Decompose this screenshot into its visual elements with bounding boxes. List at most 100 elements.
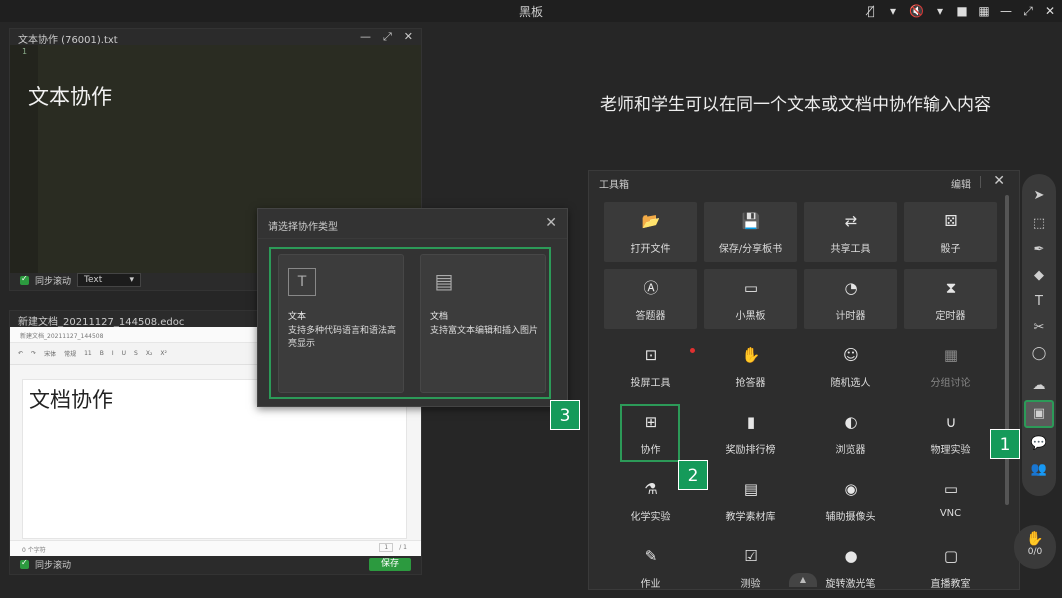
blackboard-icon: ▭ — [743, 279, 759, 297]
tile-label: 直播教室 — [930, 579, 971, 590]
sync-scroll-checkbox[interactable] — [20, 558, 29, 569]
strikethrough-button[interactable]: S — [134, 350, 138, 357]
save-button[interactable]: 保存 — [369, 558, 411, 571]
toolbox-tile-group[interactable]: ▦ 分组讨论 — [904, 336, 997, 396]
underline-button[interactable]: U — [122, 350, 126, 357]
tile-label: 打开文件 — [630, 244, 671, 255]
close-icon[interactable]: ✕ — [545, 215, 557, 231]
toolbox-tile-magnet[interactable]: ∪ 物理实验 — [904, 403, 997, 463]
tile-label: 随机选人 — [830, 378, 871, 389]
bold-button[interactable]: B — [100, 350, 104, 357]
highlight-frame — [269, 247, 551, 399]
pointer-icon[interactable]: ➤ — [1022, 188, 1056, 203]
cloud-icon[interactable]: ☁ — [1022, 378, 1056, 393]
toolbox-tile-random-person[interactable]: ☺ 随机选人 — [804, 336, 897, 396]
maximize-icon[interactable]: ⤢ — [383, 30, 392, 44]
page-input[interactable]: 1 — [379, 543, 394, 552]
speaker-off-icon[interactable]: 🔇 — [909, 4, 924, 18]
word-count: 0 个字符 — [22, 547, 46, 554]
sync-scroll-label: 同步滚动 — [35, 276, 72, 287]
toolbox-tile-dice[interactable]: ⚄ 骰子 — [904, 202, 997, 262]
doc-inner-title: 新建文档_20211127_144508 — [20, 333, 104, 340]
right-tool-rail: ➤ ⬚ ✒ ◆ T ✂ ◯ ☁ ▣ 💬 👥 — [1022, 174, 1056, 496]
tile-label: 抢答器 — [735, 378, 766, 389]
chevron-down-icon: ▾ — [129, 275, 135, 285]
close-icon[interactable]: ✕ — [993, 173, 1005, 189]
vnc-icon: ▭ — [943, 480, 959, 498]
tile-label: 辅助摄像头 — [825, 512, 876, 523]
language-select[interactable]: Text ▾ — [77, 273, 142, 287]
homework-icon: ✎ — [644, 547, 658, 565]
scissors-icon[interactable]: ✂ — [1022, 320, 1056, 335]
shape-icon[interactable]: ◯ — [1022, 346, 1056, 361]
tile-label: 奖励排行榜 — [725, 445, 776, 456]
redo-icon[interactable]: ↷ — [31, 350, 36, 357]
toolbox-tile-share[interactable]: ⇄ 共享工具 — [804, 202, 897, 262]
toolbox-tile-folder[interactable]: 📂 打开文件 — [604, 202, 697, 262]
hand-raise-icon: ✋ — [1026, 531, 1044, 547]
subscript-button[interactable]: X₂ — [146, 350, 153, 357]
toolbox-icon[interactable]: ▣ — [1024, 400, 1054, 428]
toolbox-tile-cast[interactable]: ⊡ 投屏工具 — [604, 336, 697, 396]
top-bar-controls: 🎙̸ ▾ 🔇 ▾ ■ ▦ — ⤢ ✕ — [865, 2, 1056, 20]
pen-icon[interactable]: ✒ — [1022, 242, 1056, 257]
browser-icon: ◐ — [844, 413, 858, 431]
group-icon: ▦ — [943, 346, 959, 364]
toolbox-tile-webcam[interactable]: ◉ 辅助摄像头 — [804, 470, 897, 530]
eraser-icon[interactable]: ◆ — [1022, 268, 1056, 283]
hand-raise-counter[interactable]: ✋ 0/0 — [1014, 525, 1056, 569]
tile-label: 答题器 — [635, 311, 666, 322]
camera-icon[interactable]: ■ — [956, 4, 968, 18]
superscript-button[interactable]: X² — [160, 350, 167, 357]
dialog-titlebar: 请选择协作类型 ✕ — [258, 209, 567, 239]
toolbox-tile-buzzer[interactable]: ✋ 抢答器 — [704, 336, 797, 396]
chevron-down-icon[interactable]: ▾ — [887, 4, 899, 18]
minimize-icon[interactable]: — — [1000, 4, 1012, 18]
tile-label: 测验 — [740, 579, 761, 590]
edit-button[interactable]: 编辑 — [951, 176, 971, 191]
dialog-title: 请选择协作类型 — [268, 222, 338, 233]
text-icon[interactable]: T — [1022, 294, 1056, 309]
toolbox-tile-answer[interactable]: Ⓐ 答题器 — [604, 269, 697, 329]
select-icon[interactable]: ⬚ — [1022, 216, 1056, 231]
toolbox-title: 工具箱 — [599, 180, 629, 191]
tile-label: 骰子 — [940, 244, 961, 255]
close-icon[interactable]: ✕ — [1044, 4, 1056, 18]
toolbox-tile-homework[interactable]: ✎ 作业 — [604, 537, 697, 589]
toolbox-tile-vnc[interactable]: ▭ VNC — [904, 470, 997, 530]
language-select-value: Text — [84, 275, 103, 285]
random-person-icon: ☺ — [843, 346, 859, 364]
chat-icon[interactable]: 💬 — [1022, 436, 1056, 451]
maximize-icon[interactable]: ⤢ — [1022, 4, 1034, 19]
toolbox-tile-hourglass[interactable]: ⧗ 定时器 — [904, 269, 997, 329]
sync-scroll-checkbox[interactable] — [20, 274, 29, 285]
save-icon: 💾 — [741, 212, 761, 230]
toolbox-tile-save[interactable]: 💾 保存/分享板书 — [704, 202, 797, 262]
font-size-select[interactable]: 11 — [84, 350, 92, 357]
font-family-select[interactable]: 宋体 — [44, 349, 56, 358]
undo-icon[interactable]: ↶ — [18, 350, 23, 357]
top-bar: 黑板 🎙̸ ▾ 🔇 ▾ ■ ▦ — ⤢ ✕ — [0, 0, 1062, 22]
grid-icon[interactable]: ▦ — [978, 4, 990, 18]
mic-off-icon[interactable]: 🎙̸ — [865, 4, 877, 18]
users-icon[interactable]: 👥 — [1022, 462, 1056, 477]
toolbox-tile-browser[interactable]: ◐ 浏览器 — [804, 403, 897, 463]
toolbox-tile-blackboard[interactable]: ▭ 小黑板 — [704, 269, 797, 329]
chevron-down-icon[interactable]: ▾ — [934, 4, 946, 18]
toolbox-tile-quiz[interactable]: ☑ 测验 — [704, 537, 797, 590]
answer-icon: Ⓐ — [643, 279, 659, 297]
tile-label: 定时器 — [935, 311, 966, 322]
toolbox-tile-live[interactable]: ▢ 直播教室 — [904, 537, 997, 590]
style-select[interactable]: 常规 — [64, 349, 76, 358]
doc-content[interactable]: 文档协作 — [29, 384, 113, 414]
tile-label: 小黑板 — [735, 311, 766, 322]
close-icon[interactable]: ✕ — [404, 30, 413, 44]
toolbox-tile-timer[interactable]: ◔ 计时器 — [804, 269, 897, 329]
toolbox-tile-library[interactable]: ▤ 教学素材库 — [704, 470, 797, 530]
chevron-up-icon[interactable]: ▲ — [789, 573, 817, 587]
minimize-icon[interactable]: — — [360, 30, 371, 44]
editor-content[interactable]: 文本协作 — [28, 81, 112, 111]
toolbox-tile-ranking[interactable]: ▮ 奖励排行榜 — [704, 403, 797, 463]
italic-button[interactable]: I — [112, 350, 114, 357]
toolbox-tile-laser[interactable]: ● 旋转激光笔 — [804, 537, 897, 589]
